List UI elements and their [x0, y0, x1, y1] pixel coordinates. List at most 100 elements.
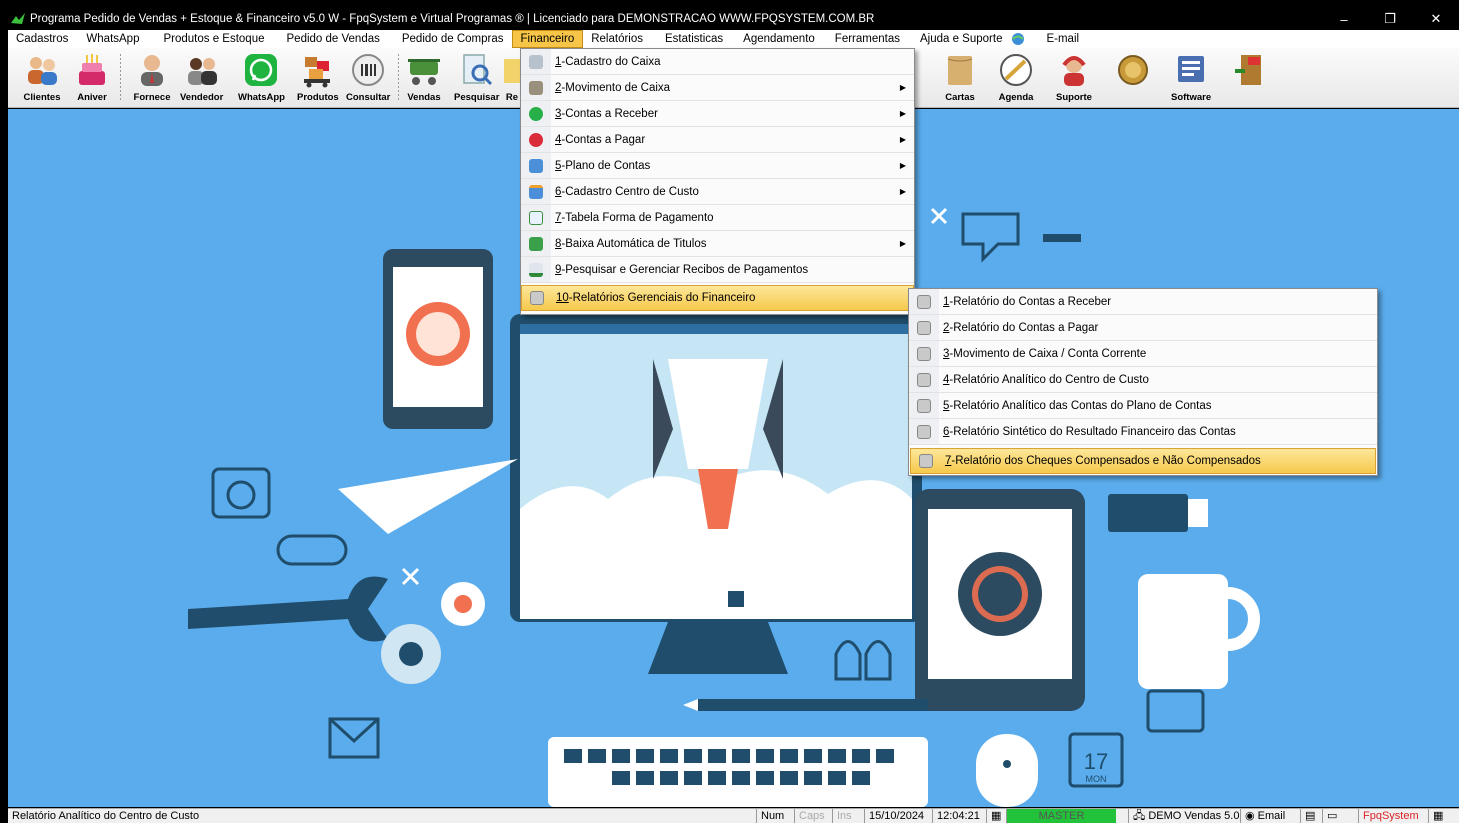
cart-icon — [408, 59, 440, 85]
menu-item-plano-contas[interactable]: 5-Plano de Contas ▶ — [521, 153, 914, 179]
printer-icon — [917, 372, 931, 387]
menu-relatorios[interactable]: Relatórios — [583, 30, 651, 48]
menu-item-recibos[interactable]: 9-Pesquisar e Gerenciar Recibos de Pagam… — [521, 257, 914, 283]
menu-item-centro-custo[interactable]: 6-Cadastro Centro de Custo ▶ — [521, 179, 914, 205]
window-title: Programa Pedido de Vendas + Estoque & Fi… — [30, 13, 875, 25]
submenu-arrow-icon: ▶ — [899, 187, 906, 196]
calendar-weekday: MON — [1086, 774, 1107, 784]
menu-email[interactable]: E-mail — [1038, 30, 1087, 48]
printer-icon — [917, 294, 931, 309]
submenu-arrow-icon: ▶ — [899, 109, 906, 118]
menu-item-baixa-automatica[interactable]: 8-Baixa Automática de Titulos ▶ — [521, 231, 914, 257]
payable-icon — [529, 132, 543, 147]
submenu-arrow-icon: ▶ — [899, 239, 906, 248]
printer-icon — [530, 291, 544, 305]
toolbar-vendas-button[interactable]: Vendas — [404, 50, 444, 106]
printer-icon — [919, 454, 933, 468]
cost-center-icon — [529, 184, 543, 199]
menu-cadastros[interactable]: Cadastros — [8, 30, 76, 48]
report-icon — [504, 59, 520, 83]
letters-icon — [947, 56, 973, 85]
clients-icon — [28, 57, 57, 85]
submenu-item-cheques[interactable]: 7-Relatório dos Cheques Compensados e Nã… — [910, 448, 1376, 474]
supplier-icon — [141, 55, 163, 86]
agenda-icon — [1000, 54, 1032, 86]
salesperson-icon — [187, 58, 217, 85]
submenu-item-movimento-caixa[interactable]: 3-Movimento de Caixa / Conta Corrente — [909, 341, 1377, 367]
software-icon — [1178, 56, 1205, 82]
submenu-item-analitico-plano-contas[interactable]: 5-Relatório Analítico das Contas do Plan… — [909, 393, 1377, 419]
calendar-day: 17 — [1084, 749, 1108, 774]
menu-agendamento[interactable]: Agendamento — [735, 30, 823, 48]
menu-item-relatorios-gerenciais[interactable]: 10-Relatórios Gerenciais do Financeiro — [521, 285, 914, 311]
tray-icon[interactable]: ▦ — [1428, 809, 1450, 823]
help-globe-icon — [1012, 33, 1025, 45]
status-bar: Relatório Analítico do Centro de Custo N… — [8, 808, 1459, 823]
toolbar-consultar-button[interactable]: Consultar — [346, 50, 390, 106]
menu-financeiro[interactable]: Financeiro — [511, 30, 584, 48]
whatsapp-icon — [245, 54, 278, 86]
status-ins: Ins — [832, 809, 856, 823]
menu-item-movimento-caixa[interactable]: 2-Movimento de Caixa ▶ — [521, 75, 914, 101]
menu-ferramentas[interactable]: Ferramentas — [827, 30, 908, 48]
app-logo-icon — [11, 13, 25, 24]
exit-icon — [1235, 55, 1261, 85]
status-num: Num — [756, 809, 788, 823]
menu-item-contas-pagar[interactable]: 4-Contas a Pagar ▶ — [521, 127, 914, 153]
close-button[interactable]: ✕ — [1413, 8, 1459, 30]
coin-icon — [1118, 55, 1148, 85]
submenu-item-sintetico-resultado[interactable]: 6-Relatório Sintético do Resultado Finan… — [909, 419, 1377, 445]
status-time: 12:04:21 — [932, 809, 984, 823]
submenu-item-relatorio-pagar[interactable]: 2-Relatório do Contas a Pagar — [909, 315, 1377, 341]
submenu-arrow-icon: ▶ — [899, 83, 906, 92]
toolbar-agenda-button[interactable]: Agenda — [996, 50, 1036, 106]
status-message: Relatório Analítico do Centro de Custo — [12, 810, 200, 822]
status-version: 🖧 DEMO Vendas 5.0 — [1128, 809, 1243, 823]
toolbar-produtos-button[interactable]: Produtos — [297, 50, 339, 106]
payment-method-icon — [529, 210, 543, 225]
email-globe-icon: ◉ — [1245, 810, 1255, 822]
window-icon[interactable]: ▭ — [1322, 809, 1344, 823]
toolbar-cartas-button[interactable]: Cartas — [940, 50, 980, 106]
toolbar-software-button[interactable]: Software — [1171, 50, 1211, 106]
toolbar-aniver-button[interactable]: Aniver — [72, 50, 112, 106]
menu-ajuda-suporte[interactable]: Ajuda e Suporte — [912, 30, 1010, 48]
toolbar-re-button[interactable]: Re — [504, 50, 520, 106]
title-bar: Programa Pedido de Vendas + Estoque & Fi… — [8, 8, 1459, 30]
printer-icon — [917, 398, 931, 413]
submenu-item-relatorio-receber[interactable]: 1-Relatório do Contas a Receber — [909, 289, 1377, 315]
doc-icon[interactable]: ▤ — [1300, 809, 1322, 823]
printer-icon — [917, 320, 931, 335]
toolbar-suporte-button[interactable]: Suporte — [1054, 50, 1094, 106]
menu-item-contas-receber[interactable]: 3-Contas a Receber ▶ — [521, 101, 914, 127]
toolbar-vendedor-button[interactable]: Vendedor — [180, 50, 223, 106]
cash-movement-icon — [529, 80, 543, 95]
status-caps: Caps — [794, 809, 829, 823]
support-icon — [1062, 56, 1086, 86]
submenu-item-analitico-centro-custo[interactable]: 4-Relatório Analítico do Centro de Custo — [909, 367, 1377, 393]
auto-settle-icon — [529, 236, 543, 251]
status-user: MASTER — [1006, 809, 1116, 823]
printer-icon — [917, 424, 931, 439]
menu-pedido-compras[interactable]: Pedido de Compras — [394, 30, 512, 48]
toolbar-pesquisar-button[interactable]: Pesquisar — [454, 50, 499, 106]
status-date: 15/10/2024 — [864, 809, 928, 823]
toolbar-exit-button[interactable] — [1230, 50, 1270, 106]
version-icon: 🖧 — [1133, 810, 1146, 822]
menu-pedido-vendas[interactable]: Pedido de Vendas — [279, 30, 388, 48]
toolbar-clientes-button[interactable]: Clientes — [22, 50, 62, 106]
status-email-button[interactable]: ◉ Email — [1240, 809, 1289, 823]
toolbar-finance-button[interactable] — [1113, 50, 1153, 106]
toolbar-whatsapp-button[interactable]: WhatsApp — [238, 50, 285, 106]
minimize-button[interactable]: – — [1321, 8, 1367, 30]
user-icon: ▦ — [986, 809, 1006, 823]
maximize-button[interactable]: ❐ — [1367, 8, 1413, 30]
menu-produtos-estoque[interactable]: Produtos e Estoque — [155, 30, 272, 48]
menu-item-cadastro-caixa[interactable]: 1-Cadastro do Caixa — [521, 49, 914, 75]
receivable-icon — [529, 106, 543, 121]
toolbar-fornece-button[interactable]: Fornece — [132, 50, 172, 106]
products-icon — [303, 57, 330, 88]
menu-estatisticas[interactable]: Estatisticas — [657, 30, 731, 48]
menu-whatsapp[interactable]: WhatsApp — [78, 30, 147, 48]
menu-item-forma-pagamento[interactable]: 7-Tabela Forma de Pagamento — [521, 205, 914, 231]
